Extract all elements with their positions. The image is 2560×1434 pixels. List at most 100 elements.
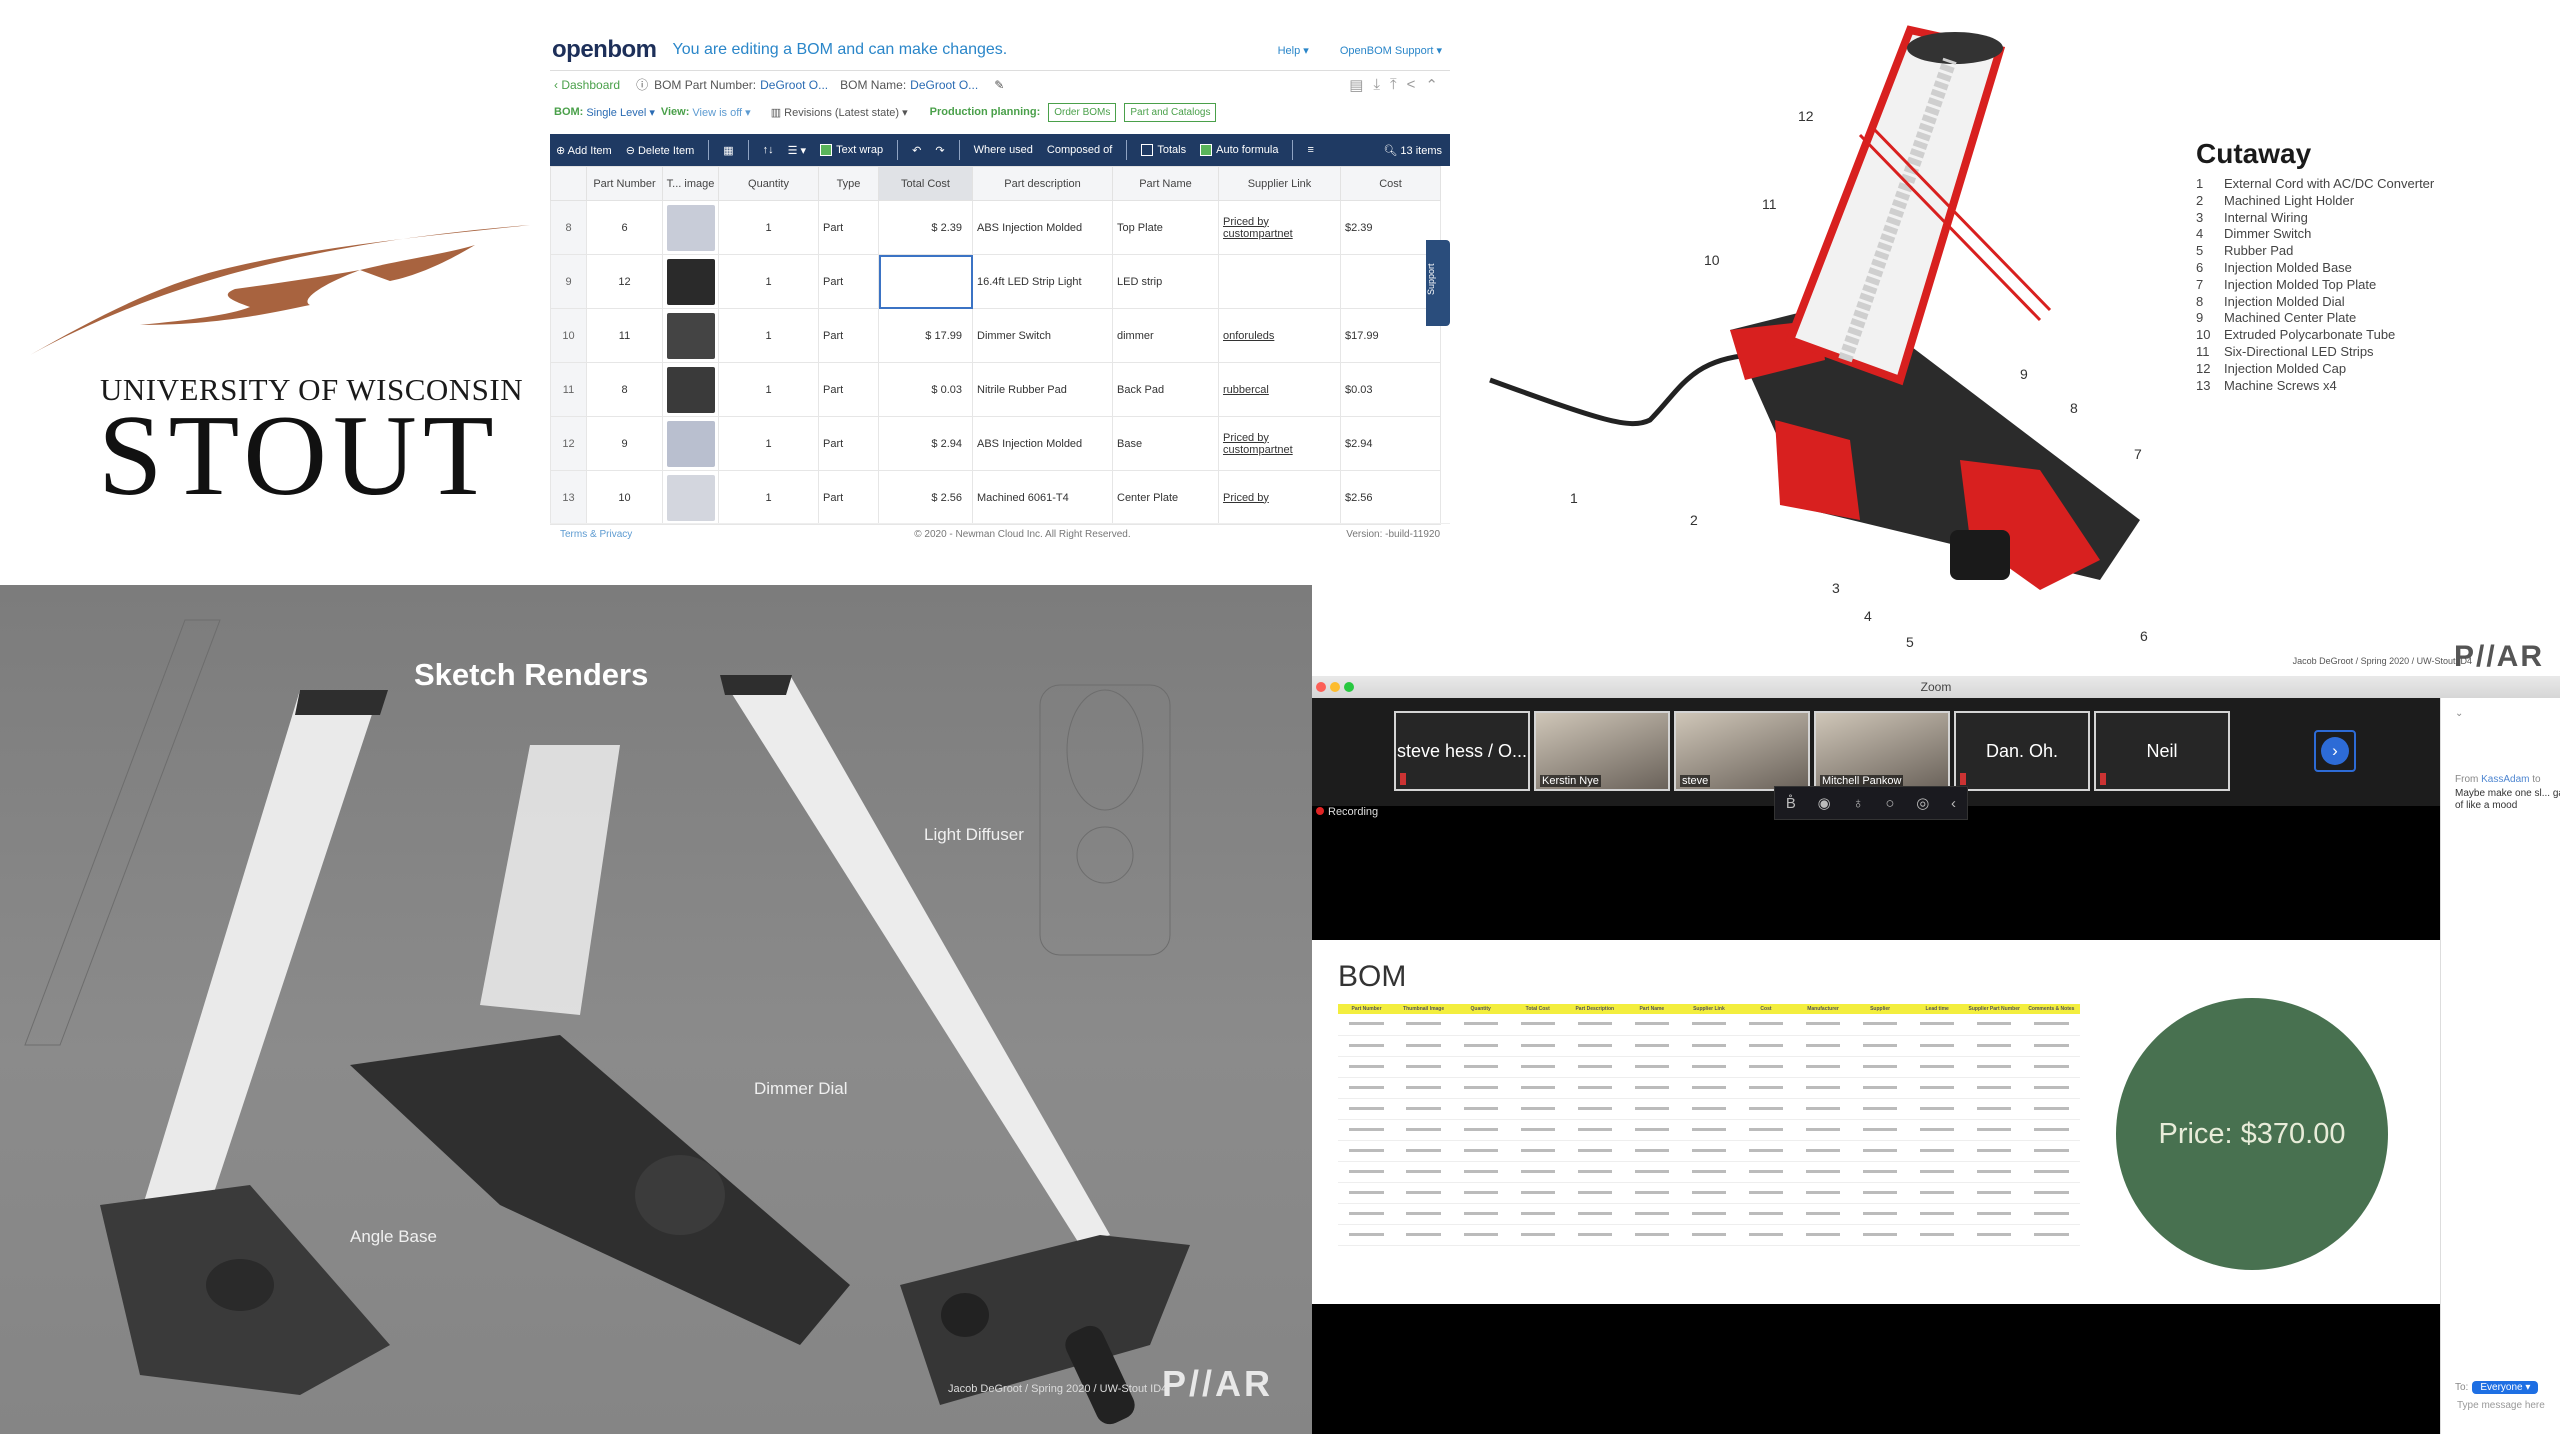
description-cell[interactable]: ABS Injection Molded <box>972 200 1113 255</box>
quantity-cell[interactable]: 1 <box>718 416 819 471</box>
chat-collapse-chevron-icon[interactable]: ⌄ <box>2455 708 2463 719</box>
participant-tile[interactable]: Dan. Oh. <box>1954 711 2090 791</box>
description-cell[interactable]: 16.4ft LED Strip Light <box>972 254 1113 309</box>
thumbnail-cell[interactable] <box>662 362 719 417</box>
where-used-button[interactable]: Where used <box>974 144 1033 156</box>
spotlight-icon[interactable]: ◉ <box>1818 794 1831 812</box>
part-catalogs-button[interactable]: Part and Catalogs <box>1124 102 1217 122</box>
part-number-cell[interactable]: 12 <box>586 254 663 309</box>
openbom-brand-logo[interactable]: openbom <box>552 36 657 64</box>
column-header[interactable]: Cost <box>1340 166 1441 201</box>
cost-cell[interactable]: $0.03 <box>1340 362 1441 417</box>
part-name-cell[interactable]: Top Plate <box>1112 200 1219 255</box>
row-number[interactable]: 9 <box>550 254 587 309</box>
upload-icon[interactable]: ⤒ <box>1390 76 1397 94</box>
row-number[interactable]: 13 <box>550 470 587 525</box>
column-header[interactable]: Part Name <box>1112 166 1219 201</box>
column-header[interactable]: T... image <box>662 166 719 201</box>
part-name-cell[interactable]: Base <box>1112 416 1219 471</box>
text-wrap-checkbox[interactable]: Text wrap <box>820 144 883 157</box>
help-menu[interactable]: Help ▾ <box>1264 45 1309 57</box>
composed-of-button[interactable]: Composed of <box>1047 144 1112 156</box>
delete-item-button[interactable]: ⊖ Delete Item <box>626 144 695 157</box>
row-number[interactable]: 11 <box>550 362 587 417</box>
row-number[interactable]: 8 <box>550 200 587 255</box>
total-cost-cell[interactable] <box>878 254 973 309</box>
auto-formula-checkbox[interactable]: Auto formula <box>1200 144 1278 157</box>
participant-tile[interactable]: Mitchell Pankow <box>1814 711 1950 791</box>
part-number-cell[interactable]: 11 <box>586 308 663 363</box>
part-name-cell[interactable]: LED strip <box>1112 254 1219 309</box>
column-header[interactable] <box>550 166 587 201</box>
support-tab[interactable]: Support <box>1426 240 1450 326</box>
recipient-dropdown[interactable]: Everyone ▾ <box>2472 1381 2539 1394</box>
thumbnail-cell[interactable] <box>662 470 719 525</box>
table-row[interactable]: 11 8 1 Part $ 0.03 Nitrile Rubber Pad Back Pad… <box>550 362 1441 417</box>
supplier-link-cell[interactable]: Priced by <box>1218 470 1341 525</box>
table-row[interactable]: 12 9 1 Part $ 2.94 ABS Injection Molded Base Pr… <box>550 416 1441 471</box>
edit-pencil-icon[interactable]: ✎ <box>994 78 1004 92</box>
support-menu[interactable]: OpenBOM Support ▾ <box>1326 45 1442 57</box>
supplier-link-cell[interactable]: Priced by custompartnet <box>1218 200 1341 255</box>
total-cost-cell[interactable]: $ 17.99 <box>878 308 973 363</box>
table-row[interactable]: 9 12 1 Part 16.4ft LED Strip Light LED strip <box>550 254 1441 309</box>
next-participants-button[interactable]: › <box>2314 730 2356 772</box>
column-header[interactable]: Quantity <box>718 166 819 201</box>
circle-icon[interactable]: ○ <box>1885 795 1894 812</box>
thumbnail-cell[interactable] <box>662 308 719 363</box>
column-header[interactable]: Part Number <box>586 166 663 201</box>
total-cost-cell[interactable]: $ 2.39 <box>878 200 973 255</box>
column-header[interactable]: Supplier Link <box>1218 166 1341 201</box>
column-header[interactable]: Part description <box>972 166 1113 201</box>
minimize-window-button[interactable] <box>1330 682 1340 692</box>
order-boms-button[interactable]: Order BOMs <box>1048 102 1117 122</box>
sort-arrows-icon[interactable]: ↑↓ <box>763 144 774 156</box>
type-cell[interactable]: Part <box>818 200 879 255</box>
type-cell[interactable]: Part <box>818 308 879 363</box>
total-cost-cell[interactable]: $ 0.03 <box>878 362 973 417</box>
description-cell[interactable]: Dimmer Switch <box>972 308 1113 363</box>
quantity-cell[interactable]: 1 <box>718 470 819 525</box>
part-number-cell[interactable]: 6 <box>586 200 663 255</box>
thumbnail-cell[interactable] <box>662 416 719 471</box>
chat-message-input[interactable]: Type message here <box>2457 1400 2545 1411</box>
supplier-link-cell[interactable] <box>1218 254 1341 309</box>
undo-icon[interactable]: ↶ <box>912 144 921 157</box>
quantity-cell[interactable]: 1 <box>718 200 819 255</box>
table-row[interactable]: 13 10 1 Part $ 2.56 Machined 6061-T4 Center Pl… <box>550 470 1441 525</box>
supplier-link-cell[interactable]: onforuleds <box>1218 308 1341 363</box>
column-header[interactable]: Total Cost <box>878 166 973 201</box>
quantity-cell[interactable]: 1 <box>718 362 819 417</box>
stamp-icon[interactable]: ♁ <box>1852 795 1863 812</box>
row-number[interactable]: 10 <box>550 308 587 363</box>
revisions-dropdown[interactable]: ▥ Revisions (Latest state) ▾ <box>771 106 908 119</box>
align-dropdown-icon[interactable]: ☰ ▾ <box>788 144 806 157</box>
collapse-chevron-up-icon[interactable]: ⌃ <box>1425 76 1438 94</box>
part-name-cell[interactable]: dimmer <box>1112 308 1219 363</box>
total-cost-cell[interactable]: $ 2.94 <box>878 416 973 471</box>
terms-privacy-link[interactable]: Terms & Privacy <box>550 529 632 540</box>
cost-cell[interactable]: $2.56 <box>1340 470 1441 525</box>
column-header[interactable]: Type <box>818 166 879 201</box>
row-number[interactable]: 12 <box>550 416 587 471</box>
type-cell[interactable]: Part <box>818 254 879 309</box>
thumbnail-cell[interactable] <box>662 254 719 309</box>
collapse-chevron-left-icon[interactable]: ‹ <box>1951 795 1956 812</box>
totals-checkbox[interactable]: Totals <box>1141 144 1186 157</box>
type-cell[interactable]: Part <box>818 416 879 471</box>
pointer-icon[interactable]: ◎ <box>1916 794 1929 812</box>
add-item-button[interactable]: ⊕ Add Item <box>556 144 612 157</box>
download-icon[interactable]: ⤓ <box>1373 76 1380 94</box>
share-icon[interactable]: < <box>1407 76 1416 94</box>
cost-cell[interactable]: $2.94 <box>1340 416 1441 471</box>
part-number-cell[interactable]: 9 <box>586 416 663 471</box>
dashboard-link[interactable]: ‹ Dashboard <box>554 78 620 92</box>
supplier-link-cell[interactable]: Priced by custompartnet <box>1218 416 1341 471</box>
annotate-text-icon[interactable]: B̊ <box>1786 795 1796 812</box>
type-cell[interactable]: Part <box>818 470 879 525</box>
view-dropdown[interactable]: View is off ▾ <box>692 106 750 119</box>
redo-icon[interactable]: ↷ <box>935 144 944 157</box>
document-icon[interactable]: ▤ <box>1349 76 1363 94</box>
thumbnail-cell[interactable] <box>662 200 719 255</box>
part-number-cell[interactable]: 10 <box>586 470 663 525</box>
